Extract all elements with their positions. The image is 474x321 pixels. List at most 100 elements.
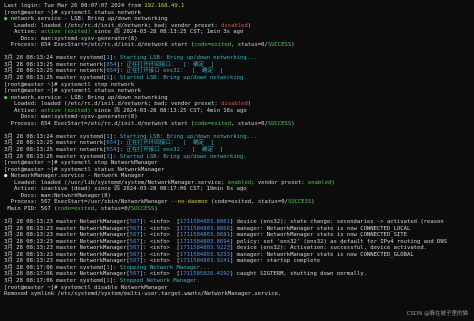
terminal-text-segment: 正在打开接口 ens32： [ 确定 ] bbox=[126, 147, 224, 154]
terminal-text-segment: code=exited bbox=[57, 205, 95, 212]
terminal-text-segment: [root@master ~]# systemctl disable Netwo… bbox=[4, 284, 168, 291]
terminal-text-segment: 3月 28 08:13:25 master network[ bbox=[4, 68, 107, 75]
terminal-text-segment: 567 bbox=[129, 258, 140, 265]
terminal-text-segment: code=exited bbox=[194, 120, 232, 127]
terminal-text-segment: ● bbox=[4, 16, 11, 23]
terminal-text-segment: ]: <info> [ bbox=[139, 251, 180, 258]
terminal-text-segment: , status=0/ bbox=[94, 205, 131, 212]
terminal-text-segment: 1711584803.8666 bbox=[179, 225, 230, 232]
terminal-text-segment: 3月 28 08:13:23 master NetworkManager[ bbox=[4, 238, 130, 245]
terminal-text-segment: disabled bbox=[221, 101, 248, 108]
terminal-text-segment: 567 bbox=[129, 271, 140, 278]
csdn-watermark: CSDN @躲在被子里的猫 bbox=[406, 311, 468, 318]
terminal-text-segment: Process: 567 ExecStart=/usr/sbin/Network… bbox=[4, 199, 171, 206]
terminal-text-segment: ] policy: set 'ens32' (ens32) as default… bbox=[229, 238, 448, 245]
terminal-text-segment: [root@master ~]# systemctl status networ… bbox=[4, 9, 141, 16]
terminal-text-segment: Docs: man:systemd-sysv-generator(8) bbox=[4, 35, 138, 42]
terminal-text-segment: since 四 2024-03-28 08:13:25 CST; 1min 3s… bbox=[90, 29, 244, 36]
terminal-text-segment: 567 bbox=[129, 219, 140, 226]
terminal-text-segment: NetworkManager.service - Network Manager bbox=[10, 173, 145, 180]
terminal-text-segment: [root@master ~]# systemctl status Networ… bbox=[4, 166, 165, 173]
terminal-text-segment: ) bbox=[291, 120, 295, 127]
terminal-text-segment: ; vendor preset: bbox=[251, 179, 308, 186]
terminal-text-segment: enabled bbox=[227, 179, 252, 186]
terminal-text-segment: ] caught SIGTERM, shutting down normally… bbox=[229, 271, 367, 278]
terminal-text-segment: ) bbox=[247, 22, 252, 29]
terminal-text-segment: ]: bbox=[116, 140, 127, 147]
terminal-text-segment: , status=0/ bbox=[231, 120, 268, 127]
terminal-text-segment: 3月 28 08:13:23 master NetworkManager[ bbox=[4, 225, 130, 232]
terminal-text-segment: network.service - LSB: Bring up/down net… bbox=[10, 16, 168, 23]
terminal-text-segment: Process: 654 ExecStart=/etc/rc.d/init.d/… bbox=[4, 120, 195, 127]
terminal-text-segment: ]: <info> [ bbox=[139, 271, 180, 278]
terminal-text-segment: active (exited) bbox=[40, 29, 91, 36]
terminal-text-segment: disabled bbox=[221, 22, 248, 29]
terminal-text-segment: 654 bbox=[106, 147, 117, 154]
terminal-text-segment: active (exited) bbox=[40, 107, 91, 114]
terminal-line: Removed symlink /etc/systemd/system/mult… bbox=[4, 291, 474, 298]
terminal-text-segment: --no-daemon bbox=[170, 199, 208, 206]
terminal-text-segment: ] manager: NetworkManager state is now C… bbox=[229, 225, 411, 232]
terminal-text-segment: ]: <info> [ bbox=[139, 245, 180, 252]
terminal-text-segment: Main PID: 567 ( bbox=[4, 205, 58, 212]
terminal-text-segment: 654 bbox=[106, 68, 117, 75]
terminal-text-segment: ] manager: startup complete bbox=[229, 258, 321, 265]
terminal-text-segment: 1711584803.9233 bbox=[179, 251, 230, 258]
terminal-text-segment: ) bbox=[291, 42, 295, 49]
terminal-text-segment: Loaded: loaded (/etc/rc.d/init.d/network… bbox=[4, 22, 222, 29]
terminal-text-segment: ]: bbox=[109, 75, 120, 82]
terminal-text-segment: Active: bbox=[4, 107, 41, 114]
terminal-text-segment: 3月 28 08:13:25 master network[ bbox=[4, 147, 107, 154]
terminal-window[interactable]: Last login: Tue Mar 26 08:07:07 2024 fro… bbox=[0, 0, 474, 321]
terminal-text-segment: Removed symlink /etc/systemd/system/mult… bbox=[4, 291, 282, 298]
terminal-text-segment: Started LSB: Bring up/down networking. bbox=[119, 153, 247, 160]
terminal-text-segment: Stopping Network Manager... bbox=[119, 264, 210, 271]
terminal-text-segment: Active: bbox=[4, 29, 41, 36]
terminal-text-segment: Process: 654 ExecStart=/etc/rc.d/init.d/… bbox=[4, 42, 195, 49]
terminal-text-segment: 192.168.49.1 bbox=[144, 3, 185, 9]
terminal-text-segment: 1711584803.8681 bbox=[179, 232, 230, 239]
terminal-text-segment: 3月 28 08:13:23 master NetworkManager[ bbox=[4, 251, 130, 258]
terminal-text-segment: ● bbox=[4, 173, 11, 180]
terminal-text-segment: 3月 28 08:13:23 master NetworkManager[ bbox=[4, 245, 130, 252]
terminal-output: Last login: Tue Mar 26 08:07:07 2024 fro… bbox=[4, 3, 474, 298]
terminal-text-segment: 3月 28 08:13:23 master NetworkManager[ bbox=[4, 219, 130, 226]
terminal-text-segment: ) bbox=[331, 179, 335, 186]
terminal-text-segment: 3月 28 08:17:06 master NetworkManager[ bbox=[4, 271, 130, 278]
terminal-text-segment: 1711585026.4192 bbox=[179, 271, 230, 278]
terminal-text-segment: Starting LSB: Bring up/down networking..… bbox=[119, 55, 257, 62]
terminal-text-segment: ) bbox=[154, 205, 158, 212]
terminal-text-segment: ● bbox=[4, 94, 11, 101]
terminal-text-segment: 3月 28 08:13:25 master systemd[ bbox=[4, 75, 107, 82]
terminal-text-segment: [root@master ~]# systemctl stop network bbox=[4, 81, 135, 88]
terminal-text-segment: 3月 28 08:13:25 master systemd[ bbox=[4, 153, 107, 160]
terminal-text-segment: 正在打开接口 ens32： [ 确定 ] bbox=[126, 68, 224, 75]
terminal-text-segment: Docs: man:NetworkManager(8) bbox=[4, 192, 111, 199]
terminal-text-segment: network.service - LSB: Bring up/down net… bbox=[10, 94, 168, 101]
terminal-text-segment: 567 bbox=[129, 238, 140, 245]
terminal-text-segment: SUCCESS bbox=[287, 199, 312, 206]
terminal-text-segment: 1711584803.8661 bbox=[179, 219, 230, 226]
terminal-text-segment: Last login: Tue Mar 26 08:07:07 2024 fro… bbox=[4, 3, 145, 9]
terminal-text-segment: 567 bbox=[129, 251, 140, 258]
terminal-text-segment: since 四 2024-03-28 08:13:25 CST; 4min 16… bbox=[90, 107, 247, 114]
terminal-text-segment: 1711584803.9223 bbox=[179, 245, 230, 252]
terminal-text-segment: 567 bbox=[129, 245, 140, 252]
terminal-text-segment: ] device (ens32): Activation: successful… bbox=[229, 245, 428, 252]
terminal-text-segment: Loaded: loaded (/usr/lib/systemd/system/… bbox=[4, 179, 228, 186]
terminal-text-segment: ) bbox=[311, 199, 315, 206]
terminal-text-segment: Loaded: loaded (/etc/rc.d/init.d/network… bbox=[4, 101, 222, 108]
terminal-text-segment: 3月 28 08:13:23 master NetworkManager[ bbox=[4, 258, 130, 265]
terminal-text-segment: 567 bbox=[129, 225, 140, 232]
terminal-text-segment: 正在打开环回接口： [ 确定 ] bbox=[126, 140, 215, 147]
terminal-text-segment: ] device (ens32): state change: secondar… bbox=[229, 219, 444, 226]
terminal-text-segment: Started LSB: Bring up/down networking. bbox=[119, 75, 247, 82]
terminal-text-segment: 3月 28 08:17:06 master systemd[ bbox=[4, 277, 107, 284]
terminal-text-segment: ] manager: NetworkManager state is now C… bbox=[229, 232, 407, 239]
terminal-text-segment: ]: bbox=[109, 277, 120, 284]
terminal-text-segment: code=exited bbox=[194, 42, 232, 49]
terminal-text-segment: 3月 28 08:13:25 master network[ bbox=[4, 140, 107, 147]
terminal-text-segment: 3月 28 08:13:23 master NetworkManager[ bbox=[4, 232, 130, 239]
terminal-text-segment: Docs: man:systemd-sysv-generator(8) bbox=[4, 114, 138, 121]
terminal-text-segment: ]: <info> [ bbox=[139, 258, 180, 265]
